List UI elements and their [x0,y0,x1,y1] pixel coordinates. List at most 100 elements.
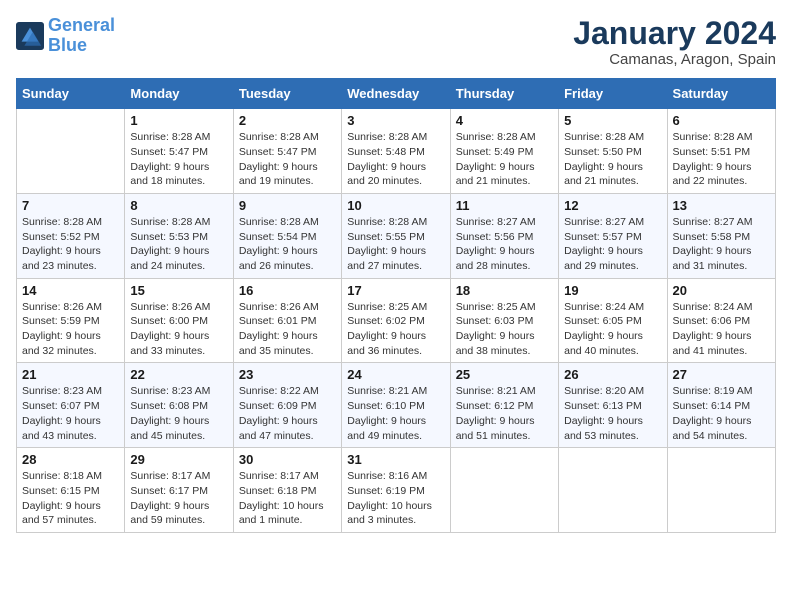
calendar-cell: 21 Sunrise: 8:23 AMSunset: 6:07 PMDayligh… [17,363,125,448]
day-number: 4 [456,113,553,128]
calendar-cell: 24Sunrise: 8:21 AMSunset: 6:10 PMDayligh… [342,363,450,448]
day-info: Sunrise: 8:28 AMSunset: 5:48 PMDaylight:… [347,130,444,189]
day-info: Sunrise: 8:23 AMSunset: 6:08 PMDaylight:… [130,384,227,443]
month-title: January 2024 [573,16,776,51]
calendar-cell: 28 Sunrise: 8:18 AMSunset: 6:15 PMDayligh… [17,448,125,533]
day-number: 29 [130,452,227,467]
calendar-cell: 7 Sunrise: 8:28 AMSunset: 5:52 PMDaylight… [17,193,125,278]
calendar-cell: 17Sunrise: 8:25 AMSunset: 6:02 PMDayligh… [342,278,450,363]
day-number: 9 [239,198,336,213]
calendar-cell: 6 Sunrise: 8:28 AMSunset: 5:51 PMDaylight… [667,109,775,194]
day-number: 13 [673,198,770,213]
day-info: Sunrise: 8:17 AMSunset: 6:18 PMDaylight:… [239,469,336,528]
day-number: 25 [456,367,553,382]
calendar-week-5: 28 Sunrise: 8:18 AMSunset: 6:15 PMDayligh… [17,448,776,533]
page-header: General Blue January 2024 Camanas, Arago… [16,16,776,68]
day-number: 24 [347,367,444,382]
day-number: 28 [22,452,119,467]
day-info: Sunrise: 8:23 AMSunset: 6:07 PMDaylight:… [22,384,119,443]
day-number: 2 [239,113,336,128]
day-info: Sunrise: 8:28 AMSunset: 5:50 PMDaylight:… [564,130,661,189]
calendar-cell: 16 Sunrise: 8:26 AMSunset: 6:01 PMDayligh… [233,278,341,363]
calendar-cell [450,448,558,533]
calendar-cell: 30 Sunrise: 8:17 AMSunset: 6:18 PMDayligh… [233,448,341,533]
day-info: Sunrise: 8:27 AMSunset: 5:58 PMDaylight:… [673,215,770,274]
day-info: Sunrise: 8:28 AMSunset: 5:47 PMDaylight:… [130,130,227,189]
calendar-cell: 14 Sunrise: 8:26 AMSunset: 5:59 PMDayligh… [17,278,125,363]
logo-icon [16,22,44,50]
day-info: Sunrise: 8:28 AMSunset: 5:47 PMDaylight:… [239,130,336,189]
day-info: Sunrise: 8:18 AMSunset: 6:15 PMDaylight:… [22,469,119,528]
calendar-cell: 25 Sunrise: 8:21 AMSunset: 6:12 PMDayligh… [450,363,558,448]
day-info: Sunrise: 8:27 AMSunset: 5:57 PMDaylight:… [564,215,661,274]
calendar-week-3: 14 Sunrise: 8:26 AMSunset: 5:59 PMDayligh… [17,278,776,363]
calendar-cell: 13 Sunrise: 8:27 AMSunset: 5:58 PMDayligh… [667,193,775,278]
day-number: 18 [456,283,553,298]
calendar-cell [17,109,125,194]
day-info: Sunrise: 8:28 AMSunset: 5:51 PMDaylight:… [673,130,770,189]
day-number: 1 [130,113,227,128]
day-number: 14 [22,283,119,298]
day-number: 22 [130,367,227,382]
day-info: Sunrise: 8:28 AMSunset: 5:53 PMDaylight:… [130,215,227,274]
logo: General Blue [16,16,115,56]
weekday-header-wednesday: Wednesday [342,79,450,109]
day-info: Sunrise: 8:28 AMSunset: 5:54 PMDaylight:… [239,215,336,274]
calendar-cell: 8 Sunrise: 8:28 AMSunset: 5:53 PMDaylight… [125,193,233,278]
calendar-cell: 9 Sunrise: 8:28 AMSunset: 5:54 PMDaylight… [233,193,341,278]
calendar-cell: 22 Sunrise: 8:23 AMSunset: 6:08 PMDayligh… [125,363,233,448]
day-info: Sunrise: 8:26 AMSunset: 5:59 PMDaylight:… [22,300,119,359]
calendar-cell: 20Sunrise: 8:24 AMSunset: 6:06 PMDayligh… [667,278,775,363]
day-info: Sunrise: 8:19 AMSunset: 6:14 PMDaylight:… [673,384,770,443]
location-title: Camanas, Aragon, Spain [573,51,776,68]
day-number: 23 [239,367,336,382]
weekday-header-row: SundayMondayTuesdayWednesdayThursdayFrid… [17,79,776,109]
day-info: Sunrise: 8:22 AMSunset: 6:09 PMDaylight:… [239,384,336,443]
day-number: 16 [239,283,336,298]
calendar-cell: 31Sunrise: 8:16 AMSunset: 6:19 PMDayligh… [342,448,450,533]
calendar-week-2: 7 Sunrise: 8:28 AMSunset: 5:52 PMDaylight… [17,193,776,278]
calendar-cell: 27 Sunrise: 8:19 AMSunset: 6:14 PMDayligh… [667,363,775,448]
calendar-cell: 19Sunrise: 8:24 AMSunset: 6:05 PMDayligh… [559,278,667,363]
calendar-table: SundayMondayTuesdayWednesdayThursdayFrid… [16,78,776,533]
day-info: Sunrise: 8:26 AMSunset: 6:00 PMDaylight:… [130,300,227,359]
weekday-header-sunday: Sunday [17,79,125,109]
calendar-week-1: 1 Sunrise: 8:28 AMSunset: 5:47 PMDaylight… [17,109,776,194]
weekday-header-saturday: Saturday [667,79,775,109]
day-number: 27 [673,367,770,382]
calendar-cell: 12 Sunrise: 8:27 AMSunset: 5:57 PMDayligh… [559,193,667,278]
day-number: 21 [22,367,119,382]
day-number: 30 [239,452,336,467]
day-number: 7 [22,198,119,213]
calendar-week-4: 21 Sunrise: 8:23 AMSunset: 6:07 PMDayligh… [17,363,776,448]
day-number: 19 [564,283,661,298]
day-info: Sunrise: 8:21 AMSunset: 6:12 PMDaylight:… [456,384,553,443]
day-number: 17 [347,283,444,298]
day-info: Sunrise: 8:28 AMSunset: 5:49 PMDaylight:… [456,130,553,189]
day-info: Sunrise: 8:28 AMSunset: 5:55 PMDaylight:… [347,215,444,274]
day-info: Sunrise: 8:27 AMSunset: 5:56 PMDaylight:… [456,215,553,274]
calendar-cell [667,448,775,533]
day-number: 5 [564,113,661,128]
day-info: Sunrise: 8:17 AMSunset: 6:17 PMDaylight:… [130,469,227,528]
day-info: Sunrise: 8:20 AMSunset: 6:13 PMDaylight:… [564,384,661,443]
calendar-cell: 18Sunrise: 8:25 AMSunset: 6:03 PMDayligh… [450,278,558,363]
weekday-header-thursday: Thursday [450,79,558,109]
day-number: 15 [130,283,227,298]
calendar-cell: 11 Sunrise: 8:27 AMSunset: 5:56 PMDayligh… [450,193,558,278]
day-number: 6 [673,113,770,128]
calendar-cell [559,448,667,533]
day-info: Sunrise: 8:26 AMSunset: 6:01 PMDaylight:… [239,300,336,359]
day-number: 8 [130,198,227,213]
day-info: Sunrise: 8:28 AMSunset: 5:52 PMDaylight:… [22,215,119,274]
calendar-cell: 3Sunrise: 8:28 AMSunset: 5:48 PMDaylight… [342,109,450,194]
weekday-header-friday: Friday [559,79,667,109]
day-number: 11 [456,198,553,213]
calendar-cell: 2 Sunrise: 8:28 AMSunset: 5:47 PMDaylight… [233,109,341,194]
title-block: January 2024 Camanas, Aragon, Spain [573,16,776,68]
calendar-cell: 5 Sunrise: 8:28 AMSunset: 5:50 PMDaylight… [559,109,667,194]
calendar-cell: 26Sunrise: 8:20 AMSunset: 6:13 PMDayligh… [559,363,667,448]
calendar-cell: 29 Sunrise: 8:17 AMSunset: 6:17 PMDayligh… [125,448,233,533]
day-number: 12 [564,198,661,213]
logo-text: General Blue [48,16,115,56]
